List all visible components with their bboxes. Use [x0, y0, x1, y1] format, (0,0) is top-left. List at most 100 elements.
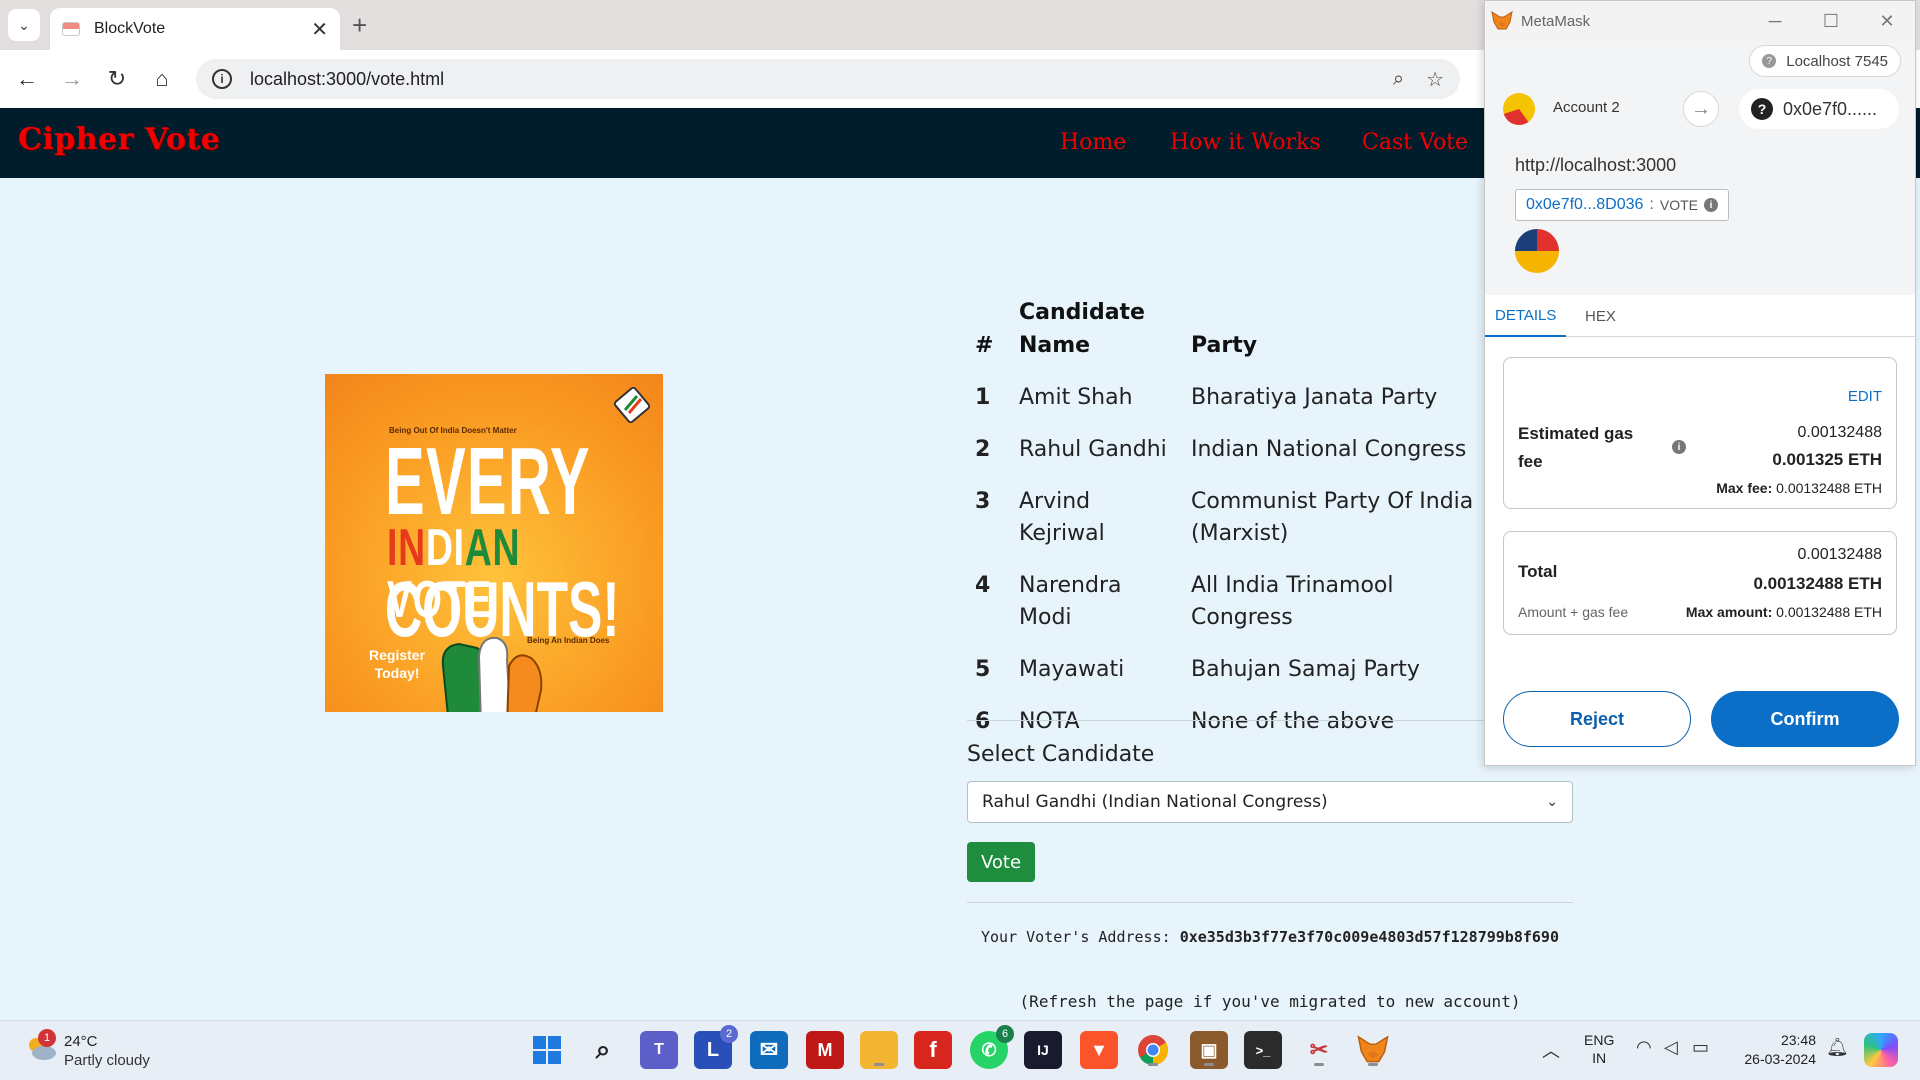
table-row: 3 Arvind Kejriwal Communist Party Of India… — [967, 476, 1483, 560]
edit-gas-button[interactable]: EDIT — [1848, 388, 1882, 405]
recipient-pill[interactable]: ? 0x0e7f0...... — [1739, 89, 1899, 129]
intellij-icon[interactable]: IJ — [1024, 1031, 1062, 1069]
teams-icon[interactable]: T — [640, 1031, 678, 1069]
row-candidate-name: NOTA — [1019, 709, 1080, 734]
flowkey-icon[interactable]: f — [914, 1031, 952, 1069]
max-amount-value: 0.00132488 ETH — [1776, 604, 1882, 620]
new-tab-icon[interactable]: + — [352, 10, 367, 41]
reject-button[interactable]: Reject — [1503, 691, 1691, 747]
back-arrow-icon[interactable]: ← — [10, 62, 44, 96]
learning-app-icon[interactable]: L2 — [694, 1025, 738, 1069]
chevron-down-icon[interactable]: ⌄ — [1546, 794, 1558, 810]
arrow-right-icon: → — [1683, 91, 1719, 127]
input-language-indicator[interactable]: ENG IN — [1584, 1031, 1614, 1067]
nav-link-cast-vote[interactable]: Cast Vote — [1362, 130, 1468, 155]
zoom-magnifier-icon[interactable]: ⌕ — [1393, 68, 1404, 91]
bookmark-star-icon[interactable]: ☆ — [1426, 67, 1444, 92]
copilot-icon[interactable] — [1864, 1033, 1898, 1067]
tab-list-chevron-icon[interactable]: ⌄ — [8, 9, 40, 41]
row-number: 2 — [975, 437, 991, 462]
divider — [967, 902, 1573, 903]
whatsapp-icon[interactable]: ✆ 6 — [970, 1025, 1014, 1069]
row-candidate-name: Rahul Gandhi — [1019, 437, 1167, 462]
poster-headline-every: EVERY — [385, 428, 591, 535]
header-party: Party — [1191, 333, 1258, 358]
row-candidate-name: Arvind Kejriwal — [1019, 489, 1105, 546]
brave-lion-icon[interactable]: ▼ — [1080, 1031, 1118, 1069]
tab-favicon-icon — [62, 22, 80, 36]
mcafee-shield-icon[interactable]: M — [806, 1031, 844, 1069]
search-icon[interactable]: ⌕ — [584, 1031, 622, 1069]
nav-link-how-it-works[interactable]: How it Works — [1170, 130, 1321, 155]
minimize-icon[interactable]: ─ — [1747, 11, 1803, 32]
package-box-icon[interactable]: ▣ — [1190, 1031, 1228, 1069]
table-row: 1 Amit Shah Bharatiya Janata Party — [967, 372, 1483, 424]
windows-taskbar: 1 24°C Partly cloudy ⌕ T L2 ✉ M f ✆ 6 IJ … — [0, 1020, 1920, 1080]
site-info-icon[interactable]: i — [212, 69, 232, 89]
weather-description[interactable]: Partly cloudy — [64, 1052, 150, 1069]
windows-start-icon[interactable] — [528, 1031, 566, 1069]
select-candidate-label: Select Candidate — [967, 742, 1155, 767]
tricolor-hand-icon — [441, 636, 543, 712]
max-amount-label: Max amount: — [1685, 604, 1773, 620]
gas-info-icon[interactable]: i — [1672, 440, 1686, 454]
close-icon[interactable]: ✕ — [1859, 11, 1915, 32]
forward-arrow-icon[interactable]: → — [55, 62, 89, 96]
vote-campaign-poster: Being Out Of India Doesn't Matter EVERY … — [325, 374, 663, 712]
site-brand-logo[interactable]: Cipher Vote — [18, 122, 220, 157]
confirm-button[interactable]: Confirm — [1711, 691, 1899, 747]
maximize-icon[interactable]: ☐ — [1803, 11, 1859, 32]
browser-tab[interactable]: BlockVote ✕ — [50, 8, 340, 50]
tab-details[interactable]: DETAILS — [1485, 295, 1567, 337]
vote-button[interactable]: Vote — [967, 842, 1035, 882]
address-bar[interactable]: i localhost:3000/vote.html ⌕ ☆ — [196, 59, 1460, 99]
amount-plus-gas-label: Amount + gas fee — [1518, 604, 1629, 620]
volume-icon[interactable]: ◁ — [1664, 1037, 1678, 1058]
account-name: Account 2 — [1553, 99, 1620, 116]
nav-link-home[interactable]: Home — [1060, 130, 1126, 155]
home-icon[interactable]: ⌂ — [145, 62, 179, 96]
gas-fee-card: EDIT Estimated gas fee i 0.00132488 0.00… — [1503, 357, 1897, 509]
clock-time: 23:48 — [1780, 1032, 1816, 1048]
system-clock[interactable]: 23:48 26-03-2024 — [1740, 1031, 1816, 1069]
candidate-select-value[interactable]: Rahul Gandhi (Indian National Congress) — [982, 792, 1546, 812]
contract-method-pill[interactable]: 0x0e7f0...8D036 : VOTE i — [1515, 189, 1729, 221]
clock-date: 26-03-2024 — [1744, 1051, 1816, 1067]
tray-overflow-chevron-icon[interactable]: ︿ — [1542, 1037, 1560, 1063]
network-selector[interactable]: ? Localhost 7545 — [1749, 45, 1901, 77]
url-text[interactable]: localhost:3000/vote.html — [250, 69, 1371, 90]
metamask-popup: MetaMask ─ ☐ ✕ ? Localhost 7545 Account … — [1484, 0, 1916, 766]
notification-bell-icon[interactable]: 🔔︎ — [1826, 1037, 1849, 1058]
total-eth: 0.00132488 ETH — [1753, 574, 1882, 593]
row-candidate-name: Mayawati — [1019, 657, 1125, 682]
metamask-fox-taskbar-icon[interactable] — [1354, 1031, 1392, 1069]
contract-address[interactable]: 0x0e7f0...8D036 — [1526, 196, 1643, 214]
mail-icon[interactable]: ✉ — [750, 1031, 788, 1069]
table-row: 6 NOTA None of the above — [967, 696, 1483, 748]
wifi-icon[interactable]: ◠ — [1636, 1037, 1652, 1058]
network-question-icon: ? — [1762, 54, 1777, 68]
battery-icon[interactable]: ▭ — [1692, 1037, 1709, 1058]
gas-fee-value: 0.00132488 — [1797, 424, 1882, 441]
tab-close-icon[interactable]: ✕ — [311, 17, 328, 42]
total-label: Total — [1518, 562, 1558, 581]
tab-hex[interactable]: HEX — [1575, 295, 1626, 337]
snipping-tool-icon[interactable]: ✂ — [1300, 1031, 1338, 1069]
row-number: 1 — [975, 385, 991, 410]
weather-temperature[interactable]: 24°C — [64, 1033, 98, 1050]
terminal-icon[interactable]: >_ — [1244, 1031, 1282, 1069]
metamask-titlebar: MetaMask ─ ☐ ✕ — [1485, 1, 1915, 41]
max-fee-value: 0.00132488 ETH — [1776, 480, 1882, 496]
info-icon[interactable]: i — [1704, 198, 1718, 212]
method-separator: : — [1649, 196, 1654, 213]
chrome-icon[interactable] — [1134, 1031, 1172, 1069]
candidate-select[interactable]: Rahul Gandhi (Indian National Congress) … — [967, 781, 1573, 823]
row-number: 3 — [975, 489, 991, 514]
evm-machine-icon — [613, 386, 651, 424]
row-number: 6 — [975, 709, 991, 734]
gas-fee-eth: 0.001325 ETH — [1772, 450, 1882, 469]
refresh-note: (Refresh the page if you've migrated to … — [1019, 992, 1521, 1011]
file-explorer-folder-icon[interactable] — [860, 1031, 898, 1069]
reload-icon[interactable]: ↻ — [100, 62, 134, 96]
total-card: Total 0.00132488 0.00132488 ETH Amount +… — [1503, 531, 1897, 635]
